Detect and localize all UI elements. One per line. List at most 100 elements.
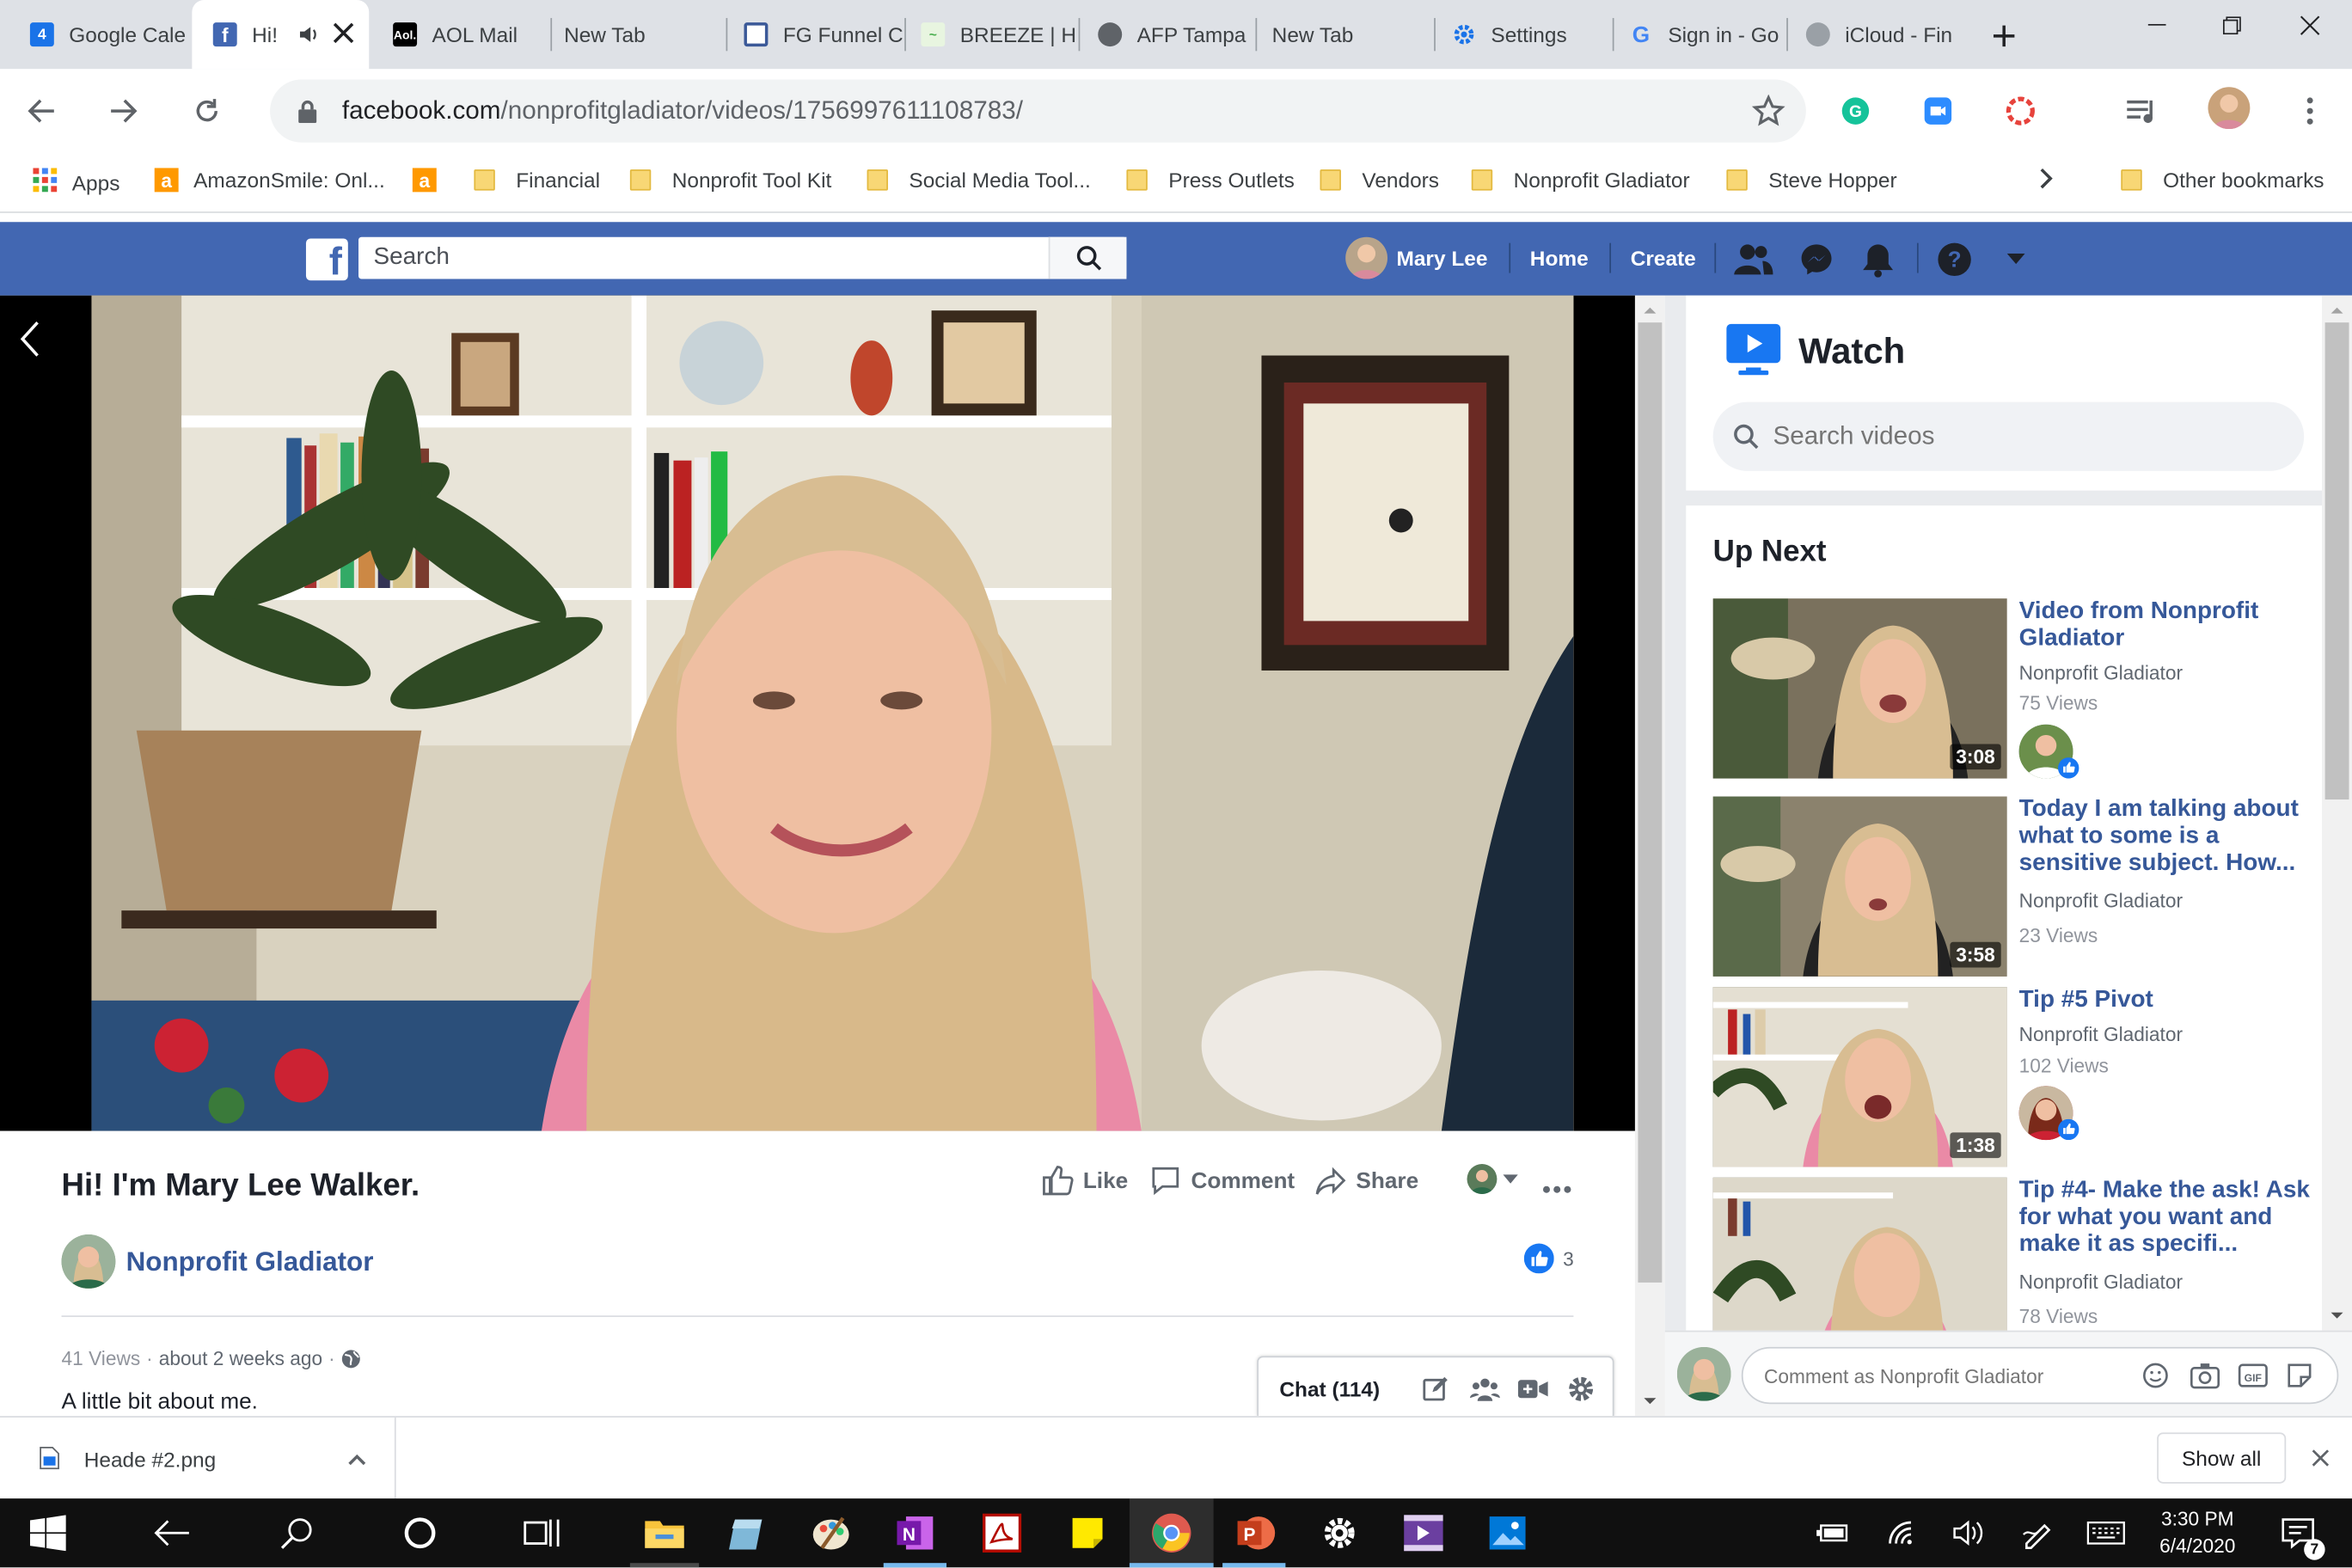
powerpoint-icon[interactable]: P xyxy=(1232,1509,1280,1557)
photos-icon[interactable] xyxy=(1484,1509,1532,1557)
video-editor-icon[interactable] xyxy=(1400,1509,1448,1557)
address-bar[interactable]: facebook.com/nonprofitgladiator/videos/1… xyxy=(270,79,1806,143)
file-explorer-icon[interactable] xyxy=(640,1509,689,1557)
bookmark-star-icon[interactable] xyxy=(1751,94,1785,135)
lastpass-icon[interactable] xyxy=(2002,93,2038,129)
like-button[interactable]: Like xyxy=(1041,1164,1128,1197)
wifi-icon[interactable] xyxy=(1878,1509,1926,1557)
reaction-summary[interactable]: 3 xyxy=(1523,1243,1574,1274)
zoom-extension-icon[interactable] xyxy=(1920,93,1956,129)
messenger-icon[interactable] xyxy=(1797,240,1835,279)
video-call-icon[interactable] xyxy=(1517,1377,1548,1409)
media-control-icon[interactable] xyxy=(2124,93,2160,129)
tab-google-sign-in[interactable]: G Sign in - Go xyxy=(1608,0,1785,69)
previous-video-chevron-icon[interactable] xyxy=(18,320,42,366)
video-info-scrollbar[interactable] xyxy=(1634,295,1665,1417)
up-next-title[interactable]: Tip #4- Make the ask! Ask for what you w… xyxy=(2019,1178,2313,1259)
video-thumbnail[interactable]: 3:08 xyxy=(1712,598,2007,779)
sticker-icon[interactable] xyxy=(2286,1362,2312,1396)
search-icon[interactable] xyxy=(273,1509,322,1557)
chrome-menu-icon[interactable] xyxy=(2292,93,2328,129)
forward-button[interactable] xyxy=(96,84,150,138)
up-next-title[interactable]: Video from Nonprofit Gladiator xyxy=(2019,598,2313,652)
create-group-icon[interactable] xyxy=(1470,1375,1500,1410)
bookmark-vendors[interactable]: Vendors xyxy=(1320,168,1439,192)
help-question-icon[interactable]: ? xyxy=(1935,240,1974,279)
up-next-title[interactable]: Tip #5 Pivot xyxy=(2019,987,2313,1014)
task-view-icon[interactable] xyxy=(519,1509,567,1557)
up-next-item[interactable]: Tip #4- Make the ask! Ask for what you w… xyxy=(1712,1177,2313,1346)
clock[interactable]: 3:30 PM 6/4/2020 xyxy=(2145,1506,2250,1560)
friend-requests-icon[interactable] xyxy=(1734,240,1773,279)
cortana-icon[interactable] xyxy=(396,1509,444,1557)
pen-icon[interactable] xyxy=(2013,1509,2061,1557)
download-options-chevron-icon[interactable] xyxy=(346,1448,367,1474)
up-next-item[interactable]: 1:38 Tip #5 Pivot Nonprofit Gladiator 10… xyxy=(1712,987,2313,1167)
up-next-channel[interactable]: Nonprofit Gladiator xyxy=(2019,1023,2183,1045)
bookmark-press-outlets[interactable]: Press Outlets xyxy=(1126,168,1295,192)
tab-breeze[interactable]: ~ BREEZE | Hc xyxy=(900,0,1077,69)
minimize-icon[interactable] xyxy=(2121,0,2193,51)
bookmark-apps[interactable]: Apps xyxy=(33,168,119,196)
tab-new-tab-1[interactable]: New Tab xyxy=(543,0,723,69)
back-arrow-icon[interactable] xyxy=(147,1509,195,1557)
volume-icon[interactable] xyxy=(1944,1509,1992,1557)
video-thumbnail[interactable] xyxy=(1712,1177,2007,1346)
bookmark-nonprofit-gladiator[interactable]: Nonprofit Gladiator xyxy=(1471,168,1690,192)
video-thumbnail[interactable]: 1:38 xyxy=(1712,987,2007,1167)
bookmark-amazon[interactable]: a xyxy=(412,168,437,193)
bookmark-steve-hopper[interactable]: Steve Hopper xyxy=(1726,168,1897,192)
new-tab-button[interactable] xyxy=(1983,15,2025,57)
post-time-link[interactable]: about 2 weeks ago xyxy=(159,1347,322,1369)
download-item[interactable]: Heade #2.png xyxy=(21,1417,396,1499)
chat-bar[interactable]: Chat (114) xyxy=(1257,1356,1614,1417)
onenote-icon[interactable]: N xyxy=(891,1509,939,1557)
camera-icon[interactable] xyxy=(2190,1362,2220,1396)
close-tab-icon[interactable] xyxy=(330,20,357,52)
up-next-channel[interactable]: Nonprofit Gladiator xyxy=(2019,890,2183,912)
page-avatar[interactable] xyxy=(61,1234,116,1289)
sticky-notes-icon[interactable] xyxy=(1063,1509,1112,1557)
nav-create-link[interactable]: Create xyxy=(1631,246,1696,270)
video-player[interactable] xyxy=(91,295,1574,1131)
windows-start-icon[interactable] xyxy=(24,1509,72,1557)
action-center-icon[interactable]: 7 xyxy=(2274,1509,2325,1560)
acrobat-icon[interactable] xyxy=(978,1509,1026,1557)
comment-input[interactable] xyxy=(1764,1348,2124,1403)
keyboard-icon[interactable] xyxy=(2082,1509,2130,1557)
show-all-downloads-button[interactable]: Show all xyxy=(2157,1432,2287,1484)
search-button[interactable] xyxy=(1048,236,1127,279)
speaker-icon[interactable] xyxy=(297,22,321,51)
close-download-shelf-icon[interactable] xyxy=(2310,1448,2331,1476)
account-dropdown-icon[interactable] xyxy=(1996,240,2035,279)
tab-fg-funnel[interactable]: FG Funnel C xyxy=(723,0,903,69)
tab-aol-mail[interactable]: Aol. AOL Mail xyxy=(372,0,549,69)
battery-icon[interactable] xyxy=(1809,1509,1857,1557)
tab-new-tab-2[interactable]: New Tab xyxy=(1251,0,1430,69)
chat-settings-gear-icon[interactable] xyxy=(1567,1375,1594,1410)
post-as-selector[interactable] xyxy=(1467,1164,1518,1194)
tab-afp-tampa[interactable]: AFP Tampa xyxy=(1077,0,1254,69)
new-message-icon[interactable] xyxy=(1422,1375,1449,1410)
profile-avatar[interactable] xyxy=(2208,87,2251,130)
up-next-channel[interactable]: Nonprofit Gladiator xyxy=(2019,1271,2183,1293)
notifications-bell-icon[interactable] xyxy=(1859,240,1897,279)
grammarly-icon[interactable]: G xyxy=(1838,93,1874,129)
share-button[interactable]: Share xyxy=(1314,1164,1418,1197)
up-next-channel[interactable]: Nonprofit Gladiator xyxy=(2019,662,2183,684)
tab-facebook-video[interactable]: f Hi! xyxy=(192,0,370,70)
comment-button[interactable]: Comment xyxy=(1149,1164,1295,1197)
watch-sidebar-scrollbar[interactable] xyxy=(2322,295,2352,1331)
facebook-search-input[interactable] xyxy=(358,236,1049,279)
tab-google-calendar[interactable]: 4 Google Cale xyxy=(9,0,188,69)
up-next-item[interactable]: 3:08 Video from Nonprofit Gladiator Nonp… xyxy=(1712,598,2313,779)
more-options-icon[interactable] xyxy=(1542,1174,1572,1201)
tab-icloud[interactable]: iCloud - Fin xyxy=(1785,0,1962,69)
bookmark-nonprofit-tool-kit[interactable]: Nonprofit Tool Kit xyxy=(629,168,831,192)
restore-icon[interactable] xyxy=(2196,0,2269,51)
reload-button[interactable] xyxy=(180,84,234,138)
bookmark-other-bookmarks[interactable]: Other bookmarks xyxy=(2121,168,2324,192)
video-thumbnail[interactable]: 3:58 xyxy=(1712,796,2007,977)
close-window-icon[interactable] xyxy=(2274,0,2346,51)
tab-settings[interactable]: Settings xyxy=(1431,0,1611,69)
